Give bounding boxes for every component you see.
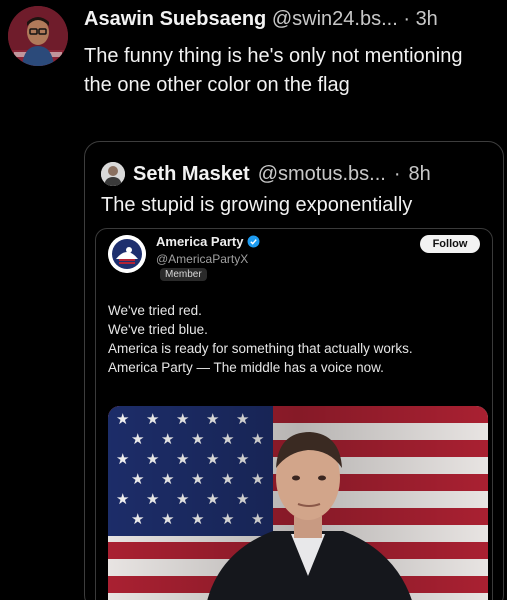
embedded-text-line: America is ready for something that actu… — [108, 341, 413, 356]
separator-dot: · — [403, 8, 410, 30]
author-handle[interactable]: @swin24.bs... — [272, 8, 398, 30]
author-avatar-image — [8, 6, 68, 66]
quoted-author-avatar-image — [101, 162, 125, 186]
quoted-author-name[interactable]: Seth Masket — [133, 163, 250, 186]
post-timestamp[interactable]: 3h — [416, 8, 438, 30]
embedded-post-text: We've tried red. We've tried blue. Ameri… — [108, 301, 413, 377]
quoted-post-card[interactable]: Seth Masket @smotus.bs... · 8h The stupi… — [84, 141, 504, 600]
embedded-author-avatar — [108, 235, 146, 273]
embedded-text-line: We've tried red. — [108, 303, 202, 318]
embedded-author-handle: @AmericaPartyX — [156, 252, 249, 266]
embedded-text-line: We've tried blue. — [108, 322, 208, 337]
flag-portrait-image: ★★★★★ ★★★★★ ★★★★★ ★★★★★ ★★★★★ ★★★★★ — [108, 406, 488, 600]
embedded-text-line: America Party — The middle has a voice n… — [108, 360, 384, 375]
post-text: The funny thing is he's only not mention… — [84, 45, 463, 96]
eagle-logo-icon — [108, 235, 146, 273]
quoted-post-timestamp[interactable]: 8h — [409, 163, 431, 186]
quoted-separator-dot: · — [393, 162, 401, 185]
embedded-author-row: America Party — [156, 234, 260, 249]
post-header: Asawin Suebsaeng @swin24.bs... · 3h — [84, 8, 438, 31]
follow-button: Follow — [420, 235, 480, 253]
member-badge: Member — [160, 268, 207, 281]
embedded-author-name: America Party — [156, 234, 244, 249]
quoted-post-text: The stupid is growing exponentially — [101, 194, 413, 216]
author-avatar[interactable] — [8, 6, 68, 66]
embedded-post-screenshot: America Party @AmericaPartyX Member Foll… — [95, 228, 493, 600]
embedded-post-photo: ★★★★★ ★★★★★ ★★★★★ ★★★★★ ★★★★★ ★★★★★ — [108, 406, 488, 600]
quoted-author-avatar[interactable] — [101, 162, 125, 186]
author-name[interactable]: Asawin Suebsaeng — [84, 8, 266, 30]
verified-badge-icon — [247, 235, 260, 248]
quoted-author-handle[interactable]: @smotus.bs... — [258, 163, 386, 186]
quoted-post-header: Seth Masket @smotus.bs... · 8h — [101, 162, 431, 186]
